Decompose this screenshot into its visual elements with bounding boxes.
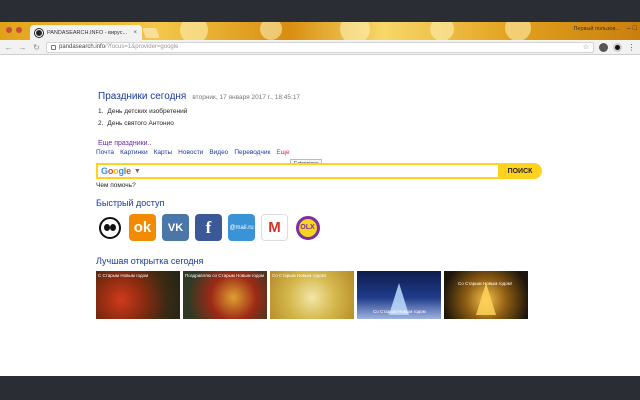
odnoklassniki-icon[interactable]: ok xyxy=(129,214,156,241)
url-path: /?focus=1&provider=google xyxy=(105,44,179,50)
postcards-title: Лучшая открытка сегодня xyxy=(96,256,204,266)
window-dots[interactable] xyxy=(6,27,22,33)
postcard[interactable]: Со Старым Новым годом! xyxy=(444,271,528,319)
tab-strip: PANDASEARCH.INFO - вирус... × Первый пол… xyxy=(0,22,640,44)
service-link-images[interactable]: Картинки xyxy=(120,149,148,156)
olx-icon[interactable]: OLX xyxy=(294,214,321,241)
bookmark-star-icon[interactable]: ☆ xyxy=(583,43,589,51)
reload-icon[interactable]: ↻ xyxy=(32,43,41,52)
holidays-block: Праздники сегодня вторник, 17 января 201… xyxy=(98,91,300,150)
search-form: Google ▼ ПОИСК xyxy=(96,163,542,179)
postcard[interactable]: Со Старым Новым годом xyxy=(357,271,441,319)
services-nav: Почта Картинки Карты Новости Видео Перев… xyxy=(96,149,290,156)
back-icon[interactable]: ← xyxy=(4,43,13,52)
google-logo[interactable]: Google xyxy=(101,166,131,176)
service-link-maps[interactable]: Карты xyxy=(154,149,173,156)
page-info-icon[interactable] xyxy=(51,44,56,50)
service-link-translate[interactable]: Переводчик xyxy=(234,149,270,156)
url-host: pandasearch.info xyxy=(59,44,106,50)
chevron-down-icon[interactable]: ▼ xyxy=(134,168,141,175)
list-item: 2. День святого Антонио xyxy=(98,120,174,127)
mail-ru-icon[interactable]: @mail.ru xyxy=(228,214,255,241)
service-link-mail[interactable]: Почта xyxy=(96,149,114,156)
search-input[interactable]: Google ▼ xyxy=(96,163,498,179)
panda-icon[interactable] xyxy=(96,214,123,241)
bokeh-light xyxy=(505,22,531,41)
help-link[interactable]: Чем помочь? xyxy=(96,182,136,189)
service-link-more[interactable]: Еще xyxy=(276,149,289,156)
quick-access-list: ok VK f @mail.ru M OLX xyxy=(96,214,321,241)
quick-access-title: Быстрый доступ xyxy=(96,198,165,208)
holidays-date: вторник, 17 января 2017 г., 18:45:17 xyxy=(192,94,301,101)
service-link-news[interactable]: Новости xyxy=(178,149,203,156)
postcards-row: С Старым Новым годом Поздравляю со Стары… xyxy=(96,271,528,319)
browser-toolbar: ← → ↻ pandasearch.info/?focus=1&provider… xyxy=(0,40,640,55)
new-tab-button[interactable] xyxy=(142,28,160,38)
tab-title: PANDASEARCH.INFO - вирус... xyxy=(47,29,128,36)
postcard[interactable]: С Старым Новым годом xyxy=(96,271,180,319)
service-link-video[interactable]: Видео xyxy=(209,149,228,156)
tab-active[interactable]: PANDASEARCH.INFO - вирус... × xyxy=(30,25,142,40)
holidays-list: 1. День детских изобретений 2. День святог… xyxy=(98,108,300,127)
page-content: Праздники сегодня вторник, 17 января 201… xyxy=(0,56,640,376)
list-item: 1. День детских изобретений xyxy=(98,108,188,115)
vk-icon[interactable]: VK xyxy=(162,214,189,241)
profile-button[interactable]: Первый пользов... xyxy=(573,26,620,32)
bokeh-light xyxy=(260,22,282,40)
gmail-icon[interactable]: M xyxy=(261,214,288,241)
panda-favicon-icon xyxy=(35,28,43,37)
menu-icon[interactable]: ⋮ xyxy=(627,43,636,52)
search-button[interactable]: ПОИСК xyxy=(498,163,542,179)
postcard[interactable]: Поздравляю со Старым Новым годом xyxy=(183,271,267,319)
extension-icon[interactable] xyxy=(599,42,608,52)
more-holidays-link[interactable]: Еще праздники.. xyxy=(98,140,151,147)
facebook-icon[interactable]: f xyxy=(195,214,222,241)
window-controls[interactable]: – □ xyxy=(627,25,637,32)
forward-icon[interactable]: → xyxy=(18,43,27,52)
address-bar[interactable]: pandasearch.info/?focus=1&provider=googl… xyxy=(46,41,594,53)
holidays-title: Праздники сегодня xyxy=(98,91,187,102)
bottom-frame xyxy=(0,376,640,400)
postcard[interactable]: Со Старым Новым годом! xyxy=(270,271,354,319)
panda-extension-icon[interactable] xyxy=(613,42,622,52)
browser-window: PANDASEARCH.INFO - вирус... × Первый пол… xyxy=(0,22,640,376)
close-icon[interactable]: × xyxy=(133,30,137,36)
bokeh-light xyxy=(430,22,454,41)
top-frame xyxy=(0,0,640,22)
